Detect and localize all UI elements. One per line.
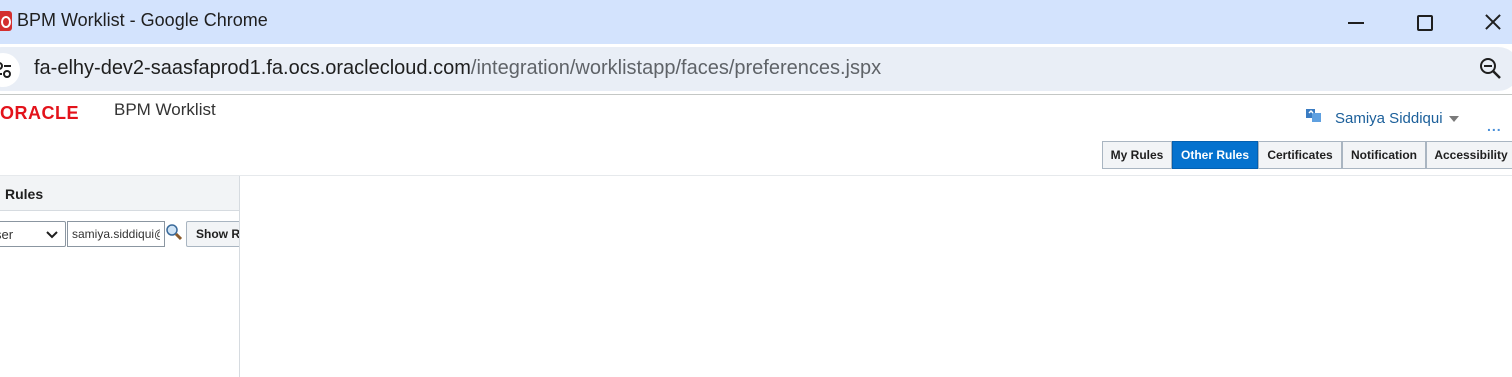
tab-certificates[interactable]: Certificates: [1258, 141, 1342, 169]
close-icon[interactable]: [1472, 6, 1512, 38]
zoom-icon[interactable]: [1478, 56, 1504, 82]
sync-user-icon: [1305, 107, 1323, 123]
tab-other-rules[interactable]: Other Rules: [1172, 141, 1258, 169]
app-icon: [0, 11, 12, 31]
tab-notification[interactable]: Notification: [1342, 141, 1426, 169]
oracle-logo: ORACLE: [0, 103, 79, 123]
app-title: BPM Worklist: [114, 100, 216, 119]
tab-accessibility[interactable]: Accessibility: [1426, 141, 1512, 169]
browser-titlebar: BPM Worklist - Google Chrome: [0, 0, 1512, 44]
tab-my-rules[interactable]: My Rules: [1102, 141, 1172, 169]
maximize-icon[interactable]: [1404, 6, 1444, 38]
show-button-clip: Show R: [0, 176, 239, 377]
show-rules-button[interactable]: Show R: [186, 221, 239, 247]
caret-down-icon[interactable]: [1449, 116, 1459, 122]
url-text[interactable]: fa-elhy-dev2-saasfaprod1.fa.ocs.oraclecl…: [34, 57, 881, 80]
url-path: /integration/worklistapp/faces/preferenc…: [470, 57, 882, 79]
url-host: fa-elhy-dev2-saasfaprod1.fa.ocs.oraclecl…: [34, 57, 471, 79]
minimize-icon[interactable]: [1336, 6, 1376, 38]
window-title: BPM Worklist - Google Chrome: [17, 10, 268, 30]
more-menu-icon[interactable]: ...: [1487, 118, 1502, 134]
user-menu[interactable]: Samiya Siddiqui: [1335, 110, 1443, 127]
